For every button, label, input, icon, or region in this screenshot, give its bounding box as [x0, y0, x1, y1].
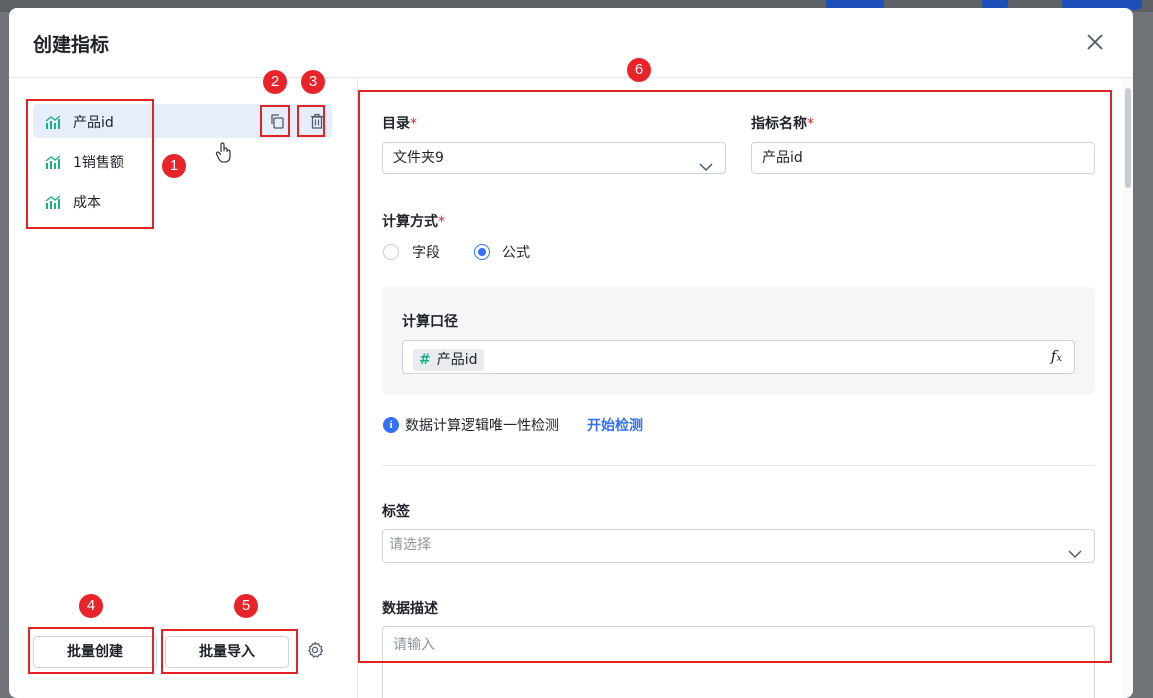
dialog-title: 创建指标: [33, 34, 110, 56]
hand-cursor-icon: [215, 142, 233, 168]
annotation-number: 3: [301, 70, 325, 94]
gear-icon[interactable]: [306, 641, 324, 659]
annotation-box-2: [260, 105, 290, 137]
annotation-box-5: [161, 629, 298, 674]
close-icon[interactable]: [1085, 32, 1105, 52]
scrollbar[interactable]: [1123, 78, 1133, 698]
annotation-box-3: [297, 105, 325, 137]
annotation-box-6: [358, 90, 1112, 663]
annotation-number: 1: [162, 154, 186, 178]
scrollbar-thumb[interactable]: [1125, 88, 1131, 188]
dialog-header: 创建指标: [9, 8, 1133, 78]
annotation-number: 6: [627, 58, 651, 82]
annotation-number: 5: [234, 594, 258, 618]
annotation-box-4: [28, 627, 154, 674]
annotation-number: 4: [79, 594, 103, 618]
create-metric-dialog: 创建指标 产品id 1销售额 成本 批量创建 批量导入 目录* 文件夹9 指标名…: [9, 8, 1133, 698]
annotation-number: 2: [263, 70, 287, 94]
annotation-box-1: [26, 99, 154, 229]
